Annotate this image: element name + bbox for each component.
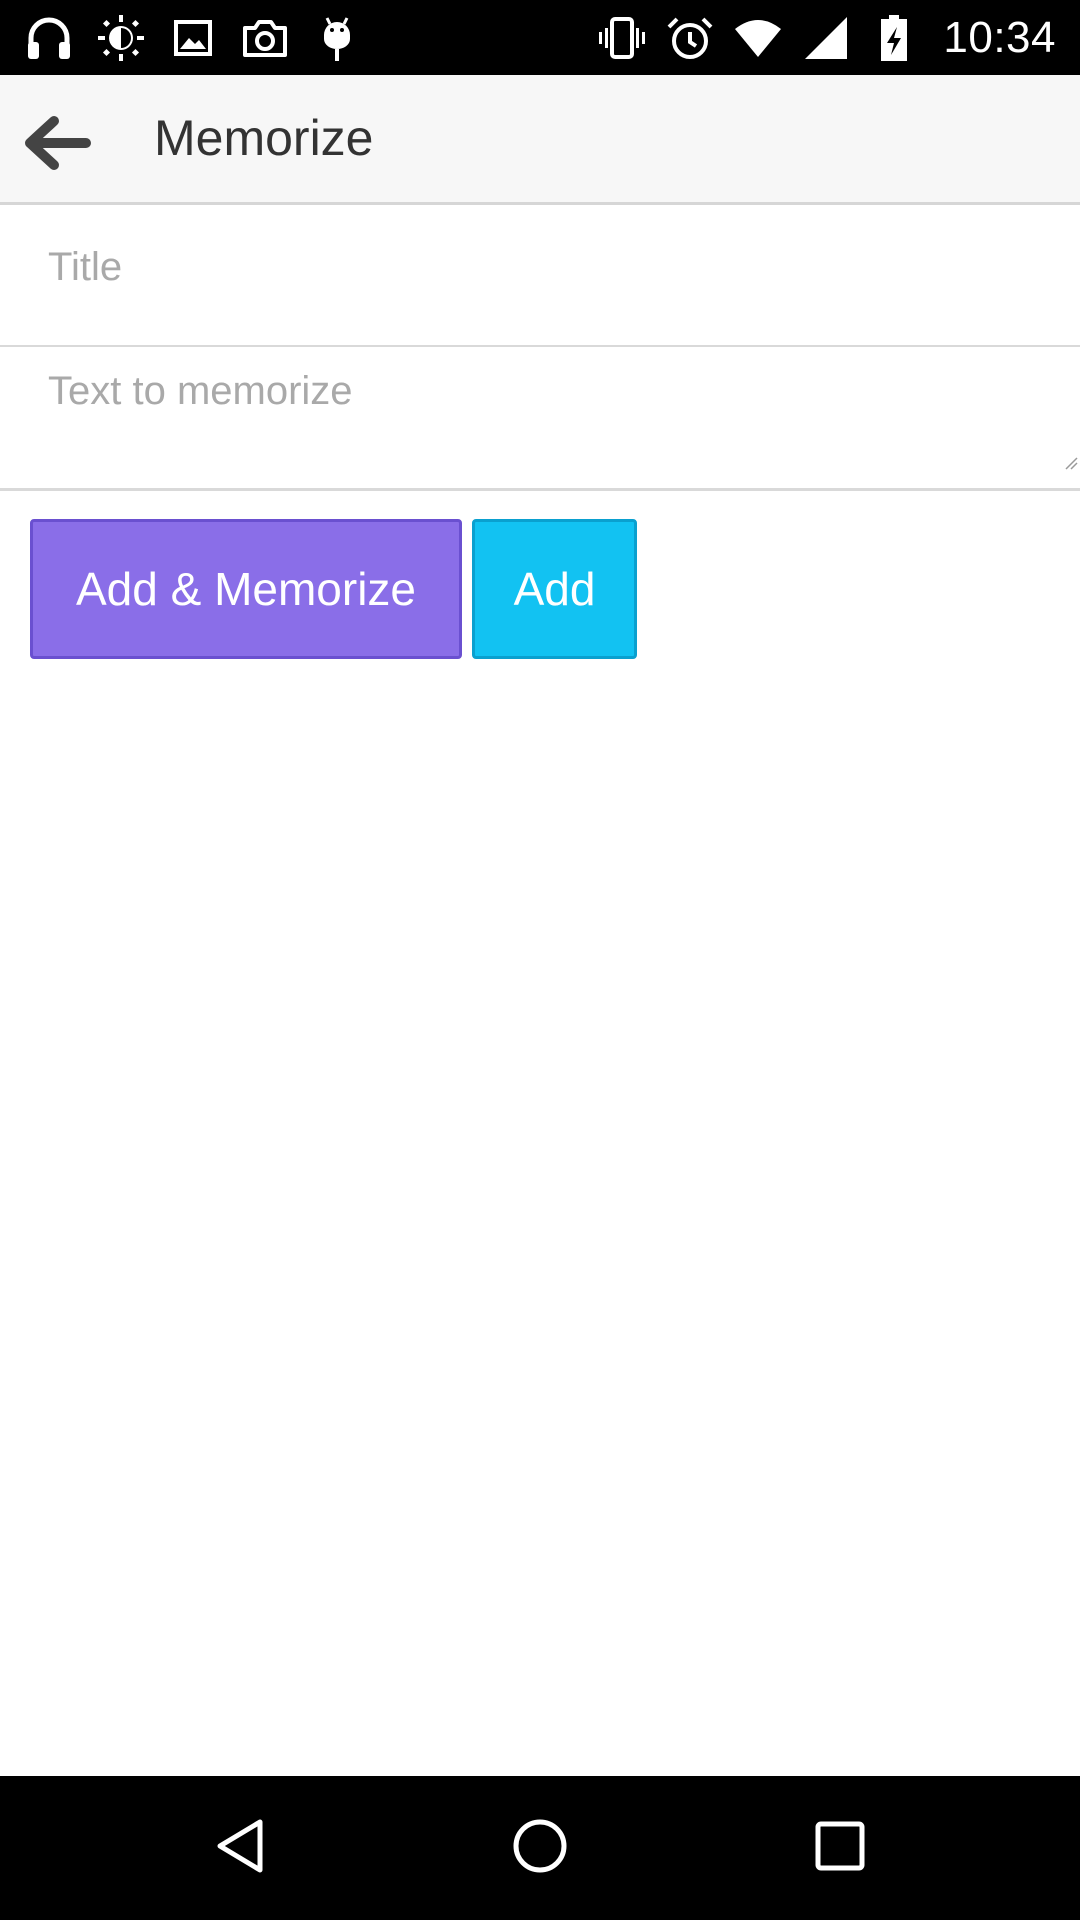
status-right-icons: 10:34 xyxy=(597,0,1056,75)
nav-recents-button[interactable] xyxy=(792,1800,888,1896)
vibrate-icon xyxy=(597,13,647,63)
nav-back-button[interactable] xyxy=(192,1800,288,1896)
app-bar: Memorize xyxy=(0,75,1080,205)
brightness-icon xyxy=(96,13,146,63)
status-time: 10:34 xyxy=(943,12,1056,62)
action-buttons: Add & Memorize Add xyxy=(30,519,637,659)
back-button[interactable] xyxy=(14,103,98,187)
add-button[interactable]: Add xyxy=(472,519,637,659)
page-title: Memorize xyxy=(154,110,374,166)
wifi-icon xyxy=(733,13,783,63)
text-field-container xyxy=(0,347,1080,491)
resize-grip-icon[interactable] xyxy=(1064,456,1078,470)
camera-icon xyxy=(240,13,290,63)
navigation-bar xyxy=(0,1776,1080,1920)
android-debug-icon xyxy=(312,13,362,63)
status-left-icons xyxy=(24,0,362,75)
alarm-icon xyxy=(665,13,715,63)
title-input[interactable] xyxy=(0,205,1080,347)
nav-home-icon xyxy=(510,1816,570,1881)
nav-back-icon xyxy=(210,1816,270,1881)
add-and-memorize-button[interactable]: Add & Memorize xyxy=(30,519,462,659)
battery-charging-icon xyxy=(869,13,919,63)
status-bar: 10:34 xyxy=(0,0,1080,75)
headphones-icon xyxy=(24,13,74,63)
image-icon xyxy=(168,13,218,63)
memorize-form xyxy=(0,205,1080,491)
arrow-left-icon xyxy=(20,113,92,178)
nav-recents-icon xyxy=(810,1816,870,1881)
cellular-signal-icon xyxy=(801,13,851,63)
nav-home-button[interactable] xyxy=(492,1800,588,1896)
text-to-memorize-input[interactable] xyxy=(0,347,1080,488)
